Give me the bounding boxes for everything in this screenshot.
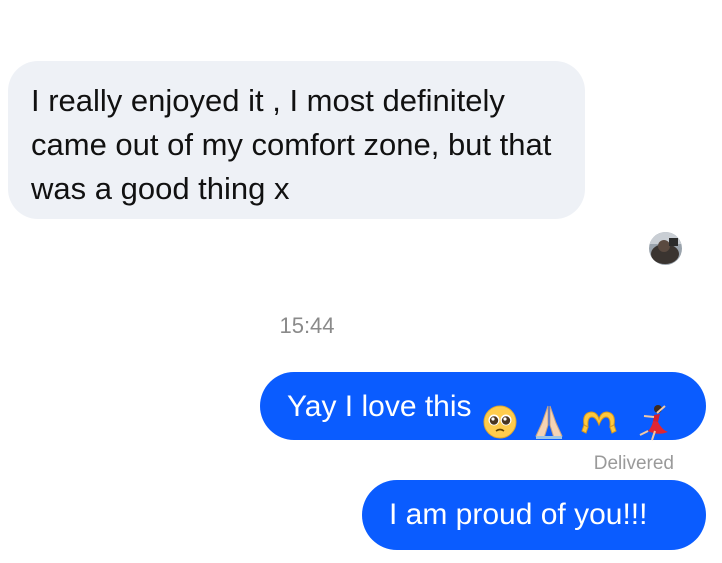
outgoing-message-text: Yay I love this	[287, 390, 472, 424]
outgoing-message-text: I am proud of you!!!	[389, 498, 648, 531]
outgoing-message-bubble[interactable]: I am proud of you!!!	[362, 480, 706, 550]
heart-hands-emoji-icon	[581, 411, 617, 434]
emoji-group	[482, 387, 675, 441]
folded-hands-emoji-icon	[535, 405, 563, 440]
incoming-message-bubble[interactable]: I really enjoyed it , I most definitely …	[8, 61, 585, 219]
message-timestamp: 15:44	[279, 313, 335, 338]
delivery-status: Delivered	[593, 453, 674, 474]
dancer-emoji-icon	[639, 405, 668, 441]
avatar-photo-icon	[649, 232, 682, 265]
outgoing-message-bubble[interactable]: Yay I love this	[260, 372, 706, 441]
incoming-message-text: I really enjoyed it , I most definitely …	[31, 83, 552, 206]
pleading-face-emoji-icon	[483, 405, 517, 439]
avatar[interactable]	[649, 232, 682, 265]
message-thread: I really enjoyed it , I most definitely …	[0, 0, 722, 563]
